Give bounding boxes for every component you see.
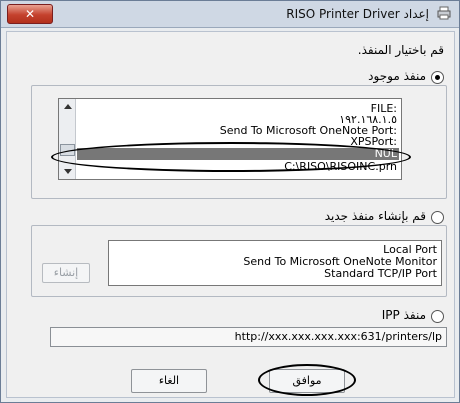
ok-highlight-ellipse [258, 364, 356, 396]
scroll-up-icon[interactable] [64, 104, 72, 109]
existing-port-radio[interactable] [431, 71, 444, 84]
new-port-label: قم بإنشاء منفذ جديد [324, 209, 426, 223]
port-list-scrollbar[interactable] [59, 99, 76, 179]
window-title: إعداد RISO Printer Driver [286, 7, 429, 21]
new-port-list[interactable]: Local Port Send To Microsoft OneNote Mon… [108, 240, 442, 286]
new-port-radio[interactable] [431, 211, 444, 224]
port-type-item[interactable]: Standard TCP/IP Port [324, 268, 437, 279]
dialog-body: قم باختيار المنفذ. منفذ موجود FILE: ١٩٢.… [6, 31, 455, 398]
ipp-port-label: منفذ IPP [381, 308, 426, 322]
scroll-down-icon[interactable] [64, 169, 72, 174]
dialog-window: ✕ إعداد RISO Printer Driver قم باختيار ا… [0, 0, 460, 403]
instruction-text: قم باختيار المنفذ. [357, 43, 444, 57]
ipp-url-field[interactable]: http://xxx.xxx.xxx.xxx:631/printers/lp [50, 327, 447, 347]
title-bar[interactable]: ✕ إعداد RISO Printer Driver [1, 1, 459, 28]
close-button[interactable]: ✕ [7, 4, 53, 24]
new-port-group: Local Port Send To Microsoft OneNote Mon… [31, 225, 447, 297]
port-type-item[interactable]: Local Port [383, 244, 437, 255]
existing-port-label: منفذ موجود [368, 69, 426, 83]
printer-app-icon [437, 6, 451, 20]
port-type-item[interactable]: Send To Microsoft OneNote Monitor [243, 256, 437, 267]
ipp-port-radio[interactable] [431, 310, 444, 323]
cancel-button[interactable]: الغاء [131, 369, 207, 393]
highlight-ellipse [51, 142, 411, 172]
create-button[interactable]: إنشاء [42, 263, 90, 283]
